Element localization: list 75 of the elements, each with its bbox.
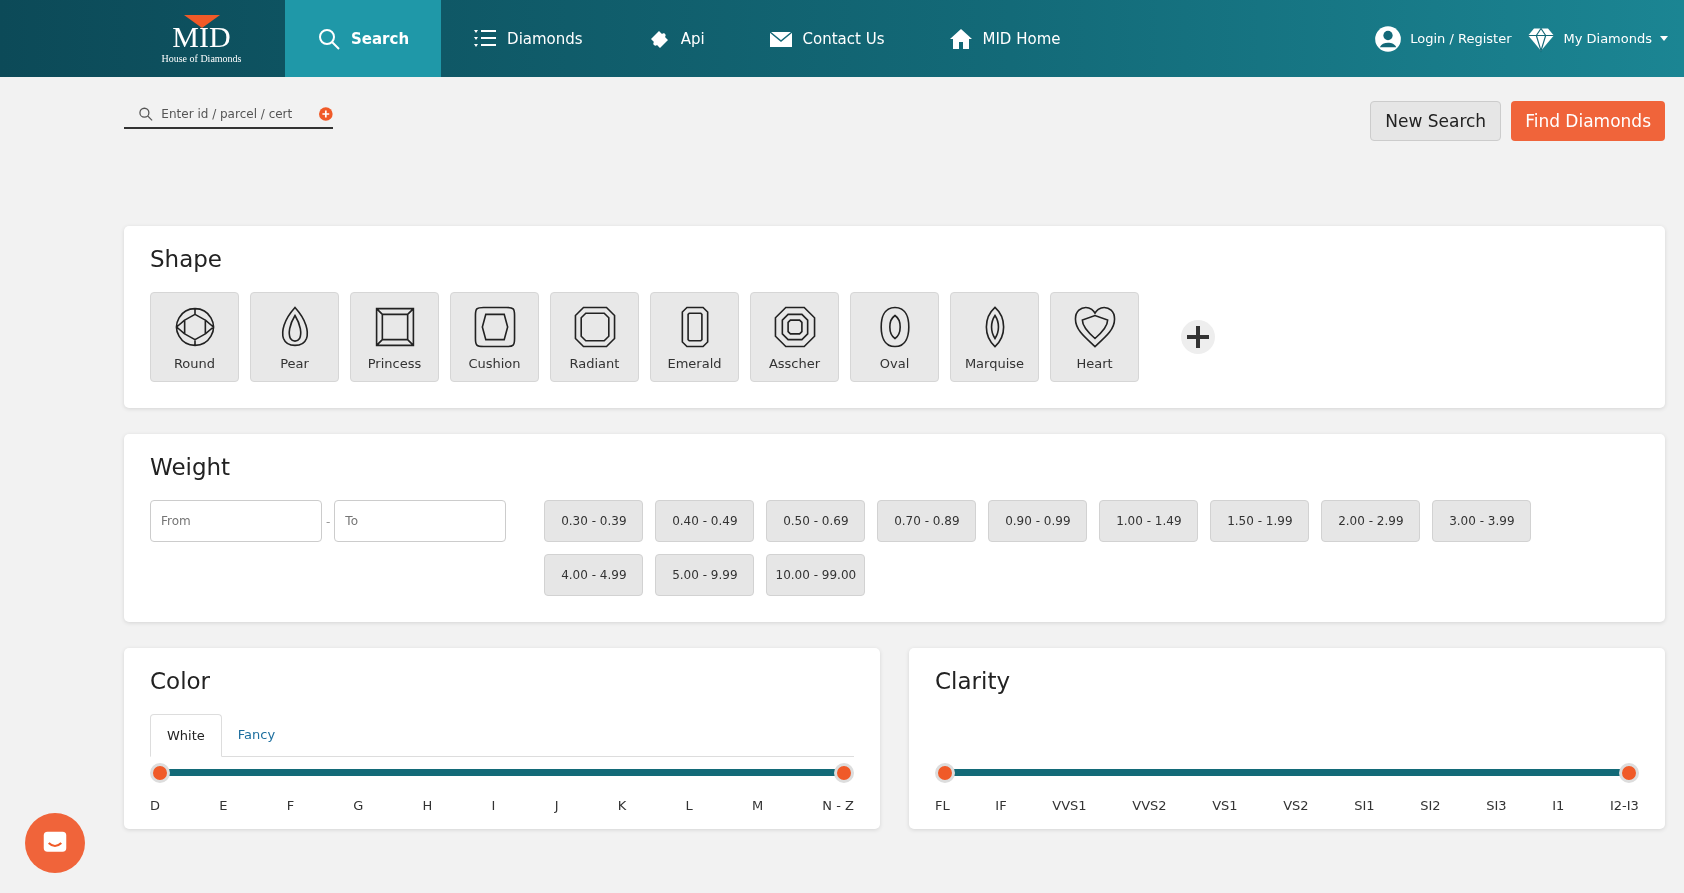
caret-icon	[1660, 36, 1668, 41]
color-grade-label: G	[353, 798, 364, 813]
shape-option[interactable]: Pear	[250, 292, 339, 382]
weight-range-option[interactable]: 1.50 - 1.99	[1210, 500, 1310, 542]
chat-button[interactable]	[25, 813, 85, 873]
to-field[interactable]: To	[334, 500, 507, 542]
weight-range-option[interactable]: 2.00 - 2.99	[1321, 500, 1421, 542]
section-title: Weight	[150, 454, 232, 480]
weight-range-option[interactable]: 0.40 - 0.49	[655, 500, 755, 542]
color-grade-label: I	[491, 798, 496, 813]
clarity-grade-label: VVS2	[1132, 798, 1167, 813]
brand-name[interactable]: MID	[172, 21, 231, 53]
login-link[interactable]: Login / Register	[1374, 0, 1512, 77]
shape-option[interactable]: Cushion	[450, 292, 539, 382]
weight-range-option[interactable]: 4.00 - 4.99	[544, 554, 644, 596]
shape-option[interactable]: Princess	[350, 292, 439, 382]
shape-option[interactable]: Asscher	[750, 292, 839, 382]
color-grade-label: L	[685, 798, 693, 813]
range-separator: -	[326, 514, 331, 531]
nav-link[interactable]: Contact Us	[736, 0, 917, 77]
home-icon	[948, 26, 973, 51]
color-grade-label: E	[219, 798, 228, 813]
new-search-button[interactable]: New Search	[1370, 101, 1502, 141]
nav-link[interactable]: Diamonds	[441, 0, 615, 77]
clarity-grade-label: FL	[935, 798, 950, 813]
weight-range-option[interactable]: 0.30 - 0.39	[544, 500, 644, 542]
color-grade-label: F	[286, 798, 295, 813]
slider-handle[interactable]	[1619, 762, 1639, 783]
search-icon	[317, 26, 341, 51]
clarity-grade-label: I1	[1552, 798, 1565, 813]
clarity-grade-label: SI2	[1420, 798, 1441, 813]
slider-handle[interactable]	[150, 762, 170, 783]
shape-option[interactable]: Radiant	[550, 292, 639, 382]
color-grade-label: M	[751, 798, 764, 813]
clarity-grade-label: SI3	[1486, 798, 1507, 813]
clarity-grade-label: VVS1	[1052, 798, 1087, 813]
color-grade-label: D	[150, 798, 160, 813]
add-icon[interactable]	[319, 106, 333, 122]
section-title: Shape	[150, 246, 224, 272]
color-tab[interactable]: Fancy	[221, 714, 292, 756]
shape-option[interactable]: Oval	[850, 292, 939, 382]
section-title: Color	[150, 668, 212, 694]
shape-option[interactable]: Heart	[1050, 292, 1139, 382]
weight-range-option[interactable]: 3.00 - 3.99	[1432, 500, 1532, 542]
search-icon	[138, 105, 154, 123]
color-grade-label: H	[422, 798, 433, 813]
clarity-grade-label: VS1	[1212, 798, 1238, 813]
weight-range-option[interactable]: 0.70 - 0.89	[877, 500, 977, 542]
shape-option[interactable]: Round	[150, 292, 239, 382]
color-tab[interactable]: White	[150, 714, 222, 757]
nav-link[interactable]: MID Home	[916, 0, 1093, 77]
brand-tagline: House of Diamonds	[161, 53, 242, 64]
weight-range-option[interactable]: 0.90 - 0.99	[988, 500, 1088, 542]
quick-search-field[interactable]: Enter id / parcel / cert	[159, 106, 314, 122]
weight-range-option[interactable]: 1.00 - 1.49	[1099, 500, 1199, 542]
user-icon	[1374, 24, 1403, 53]
shape-option[interactable]: Emerald	[650, 292, 739, 382]
weight-range-option[interactable]: 5.00 - 9.99	[655, 554, 755, 596]
slider-handle[interactable]	[935, 762, 955, 783]
shape-option[interactable]: Marquise	[950, 292, 1039, 382]
color-grade-label: N - Z	[822, 798, 854, 813]
clarity-grade-label: VS2	[1283, 798, 1309, 813]
weight-range-option[interactable]: 0.50 - 0.69	[766, 500, 866, 542]
color-grade-label: K	[617, 798, 627, 813]
nav-link[interactable]: Api	[614, 0, 737, 77]
clarity-grade-label: I2-I3	[1609, 798, 1639, 813]
plus-icon[interactable]	[1180, 319, 1216, 355]
my-diamonds-menu[interactable]: My Diamonds	[1527, 0, 1668, 77]
weight-range-option[interactable]: 10.00 - 99.00	[766, 554, 866, 596]
color-grade-label: J	[554, 798, 559, 813]
clarity-grade-label: SI1	[1354, 798, 1375, 813]
section-title: Clarity	[935, 668, 1012, 694]
clarity-grade-label: IF	[995, 798, 1007, 813]
from-field[interactable]: From	[150, 500, 322, 542]
slider-handle[interactable]	[834, 762, 854, 783]
